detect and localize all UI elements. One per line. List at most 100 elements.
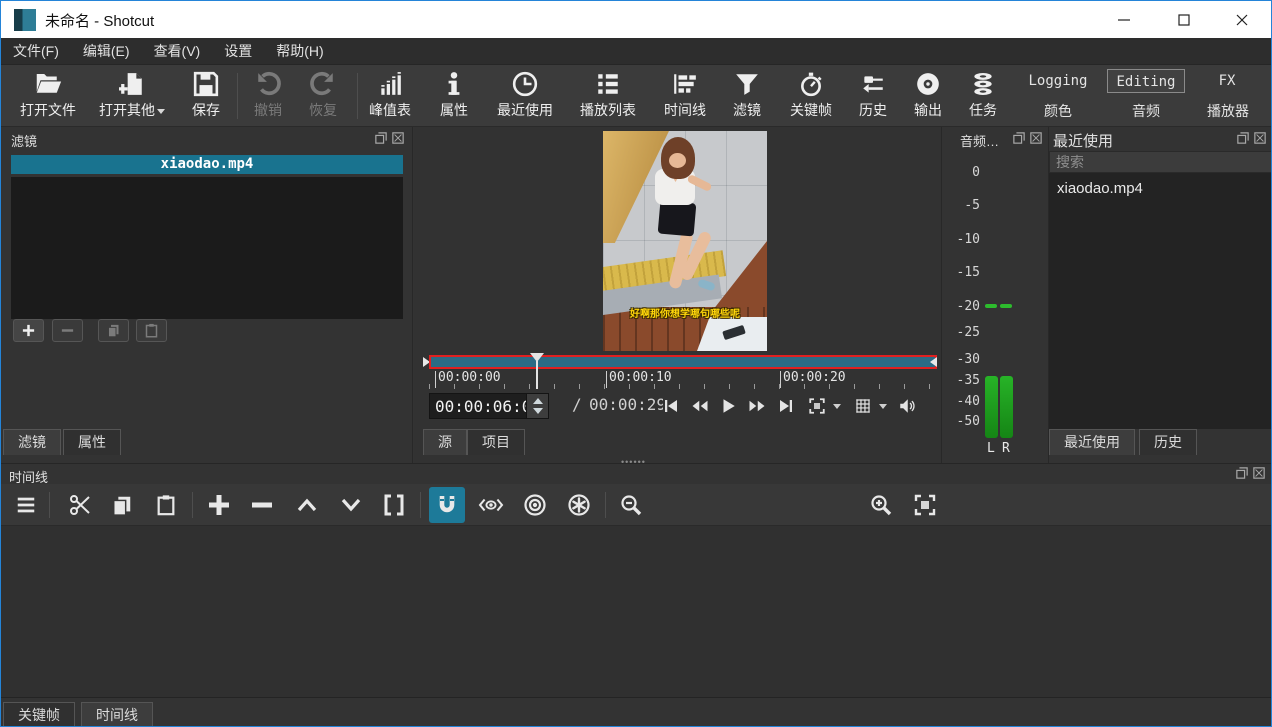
- menu-view[interactable]: 查看(V): [142, 38, 213, 65]
- tab-properties[interactable]: 属性: [63, 429, 121, 455]
- scrub-while-dragging-button[interactable]: [473, 487, 509, 523]
- ripple-delete-button[interactable]: [244, 487, 280, 523]
- float-panel-icon[interactable]: [1013, 132, 1025, 144]
- jobs-button[interactable]: 任务: [938, 69, 1028, 125]
- maximize-button[interactable]: [1167, 7, 1201, 33]
- lift-button[interactable]: [289, 487, 325, 523]
- minus-icon: [60, 323, 75, 338]
- tab-filters[interactable]: 滤镜: [3, 429, 61, 455]
- copy-button[interactable]: [104, 487, 140, 523]
- zoom-out-button[interactable]: [613, 487, 649, 523]
- meter-scale-label: 0: [946, 165, 980, 180]
- magnet-icon: [435, 493, 459, 517]
- snap-button[interactable]: [429, 487, 465, 523]
- scissors-icon: [68, 493, 92, 517]
- close-panel-icon[interactable]: [1253, 467, 1265, 479]
- player-zoom-button[interactable]: [804, 393, 830, 419]
- meter-scale-label: -20: [946, 299, 980, 314]
- tab-timeline[interactable]: 时间线: [81, 702, 153, 727]
- meter-scale-label: -35: [946, 373, 980, 388]
- timeline-menu-button[interactable]: [8, 487, 44, 523]
- play-icon: [719, 397, 737, 415]
- remove-filter-button[interactable]: [52, 319, 83, 342]
- person: [658, 200, 697, 236]
- layout-player-button[interactable]: 播放器: [1199, 99, 1257, 123]
- time-spinner[interactable]: [526, 394, 548, 418]
- layout-editing-button[interactable]: Editing: [1107, 69, 1185, 93]
- menu-file[interactable]: 文件(F): [1, 38, 71, 65]
- float-panel-icon[interactable]: [1237, 132, 1249, 144]
- open-folder-icon: [33, 71, 63, 97]
- paste-button[interactable]: [148, 487, 184, 523]
- main-toolbar: 打开文件 打开其他 保存 撤销 恢复 峰值表 属性 最近使: [1, 65, 1271, 127]
- volume-button[interactable]: [894, 393, 920, 419]
- zoom-in-button[interactable]: [863, 487, 899, 523]
- close-panel-icon[interactable]: [1254, 132, 1266, 144]
- close-panel-icon[interactable]: [392, 132, 404, 144]
- current-clip-name: xiaodao.mp4: [11, 155, 403, 174]
- add-filter-button[interactable]: [13, 319, 44, 342]
- tab-keyframes[interactable]: 关键帧: [3, 702, 75, 727]
- append-button[interactable]: [201, 487, 237, 523]
- menu-edit[interactable]: 编辑(E): [71, 38, 142, 65]
- menu-help[interactable]: 帮助(H): [264, 38, 335, 65]
- zoom-dropdown-caret[interactable]: [833, 404, 841, 409]
- tab-recent[interactable]: 最近使用: [1049, 429, 1135, 455]
- title-bar: 未命名 - Shotcut: [1, 1, 1271, 38]
- rewind-button[interactable]: [687, 393, 713, 419]
- menu-settings[interactable]: 设置: [212, 38, 264, 65]
- copy-filters-button[interactable]: [98, 319, 129, 342]
- layout-fx-button[interactable]: FX: [1205, 69, 1249, 93]
- playhead[interactable]: [530, 353, 544, 363]
- tab-source[interactable]: 源: [423, 429, 467, 455]
- minimize-button[interactable]: [1107, 7, 1141, 33]
- time-ruler[interactable]: 00:00:00 00:00:10 00:00:20: [429, 369, 937, 389]
- overwrite-button[interactable]: [333, 487, 369, 523]
- float-panel-icon[interactable]: [375, 132, 387, 144]
- ruler-label: 00:00:10: [609, 370, 672, 385]
- close-panel-icon[interactable]: [1030, 132, 1042, 144]
- timecode-spinbox: [429, 393, 549, 419]
- play-button[interactable]: [715, 393, 741, 419]
- float-panel-icon[interactable]: [1236, 467, 1248, 479]
- tab-project[interactable]: 项目: [467, 429, 525, 455]
- chevron-up-icon: [295, 493, 319, 517]
- paste-icon: [144, 323, 159, 338]
- spin-up-icon[interactable]: [533, 398, 543, 404]
- layout-color-button[interactable]: 颜色: [1023, 99, 1093, 123]
- spin-down-icon[interactable]: [533, 408, 543, 414]
- layout-logging-button[interactable]: Logging: [1023, 69, 1093, 93]
- cut-button[interactable]: [62, 487, 98, 523]
- duration-separator: /: [572, 395, 582, 414]
- fast-forward-button[interactable]: [744, 393, 770, 419]
- recent-list-item[interactable]: xiaodao.mp4: [1049, 173, 1272, 197]
- zoom-fit-button[interactable]: [907, 487, 943, 523]
- ruler-label: 00:00:20: [783, 370, 846, 385]
- tab-history[interactable]: 历史: [1139, 429, 1197, 455]
- zoom-out-icon: [619, 493, 643, 517]
- maximize-icon: [1178, 14, 1190, 26]
- zoom-in-icon: [869, 493, 893, 517]
- paste-filters-button[interactable]: [136, 319, 167, 342]
- split-button[interactable]: [376, 487, 412, 523]
- filters-panel: 滤镜 xiaodao.mp4 滤镜 属性: [1, 127, 413, 463]
- skip-end-button[interactable]: [773, 393, 799, 419]
- open-file-button[interactable]: 打开文件: [3, 69, 93, 125]
- grid-button[interactable]: [850, 393, 876, 419]
- scrubber-bar[interactable]: [429, 355, 937, 369]
- recent-button[interactable]: 最近使用: [480, 69, 570, 125]
- ripple-button[interactable]: [517, 487, 553, 523]
- toolbar-separator: [192, 492, 193, 518]
- filters-list[interactable]: [11, 177, 403, 319]
- redo-icon: [310, 71, 336, 97]
- ripple-all-tracks-button[interactable]: [561, 487, 597, 523]
- search-input[interactable]: [1050, 152, 1271, 172]
- grid-dropdown-caret[interactable]: [879, 404, 887, 409]
- current-time-input[interactable]: [430, 394, 526, 418]
- copy-icon: [106, 323, 121, 338]
- close-button[interactable]: [1225, 7, 1259, 33]
- trim-out-marker[interactable]: [930, 357, 937, 367]
- layout-audio-button[interactable]: 音频: [1107, 99, 1185, 123]
- minus-icon: [250, 493, 274, 517]
- skip-start-button[interactable]: [658, 393, 684, 419]
